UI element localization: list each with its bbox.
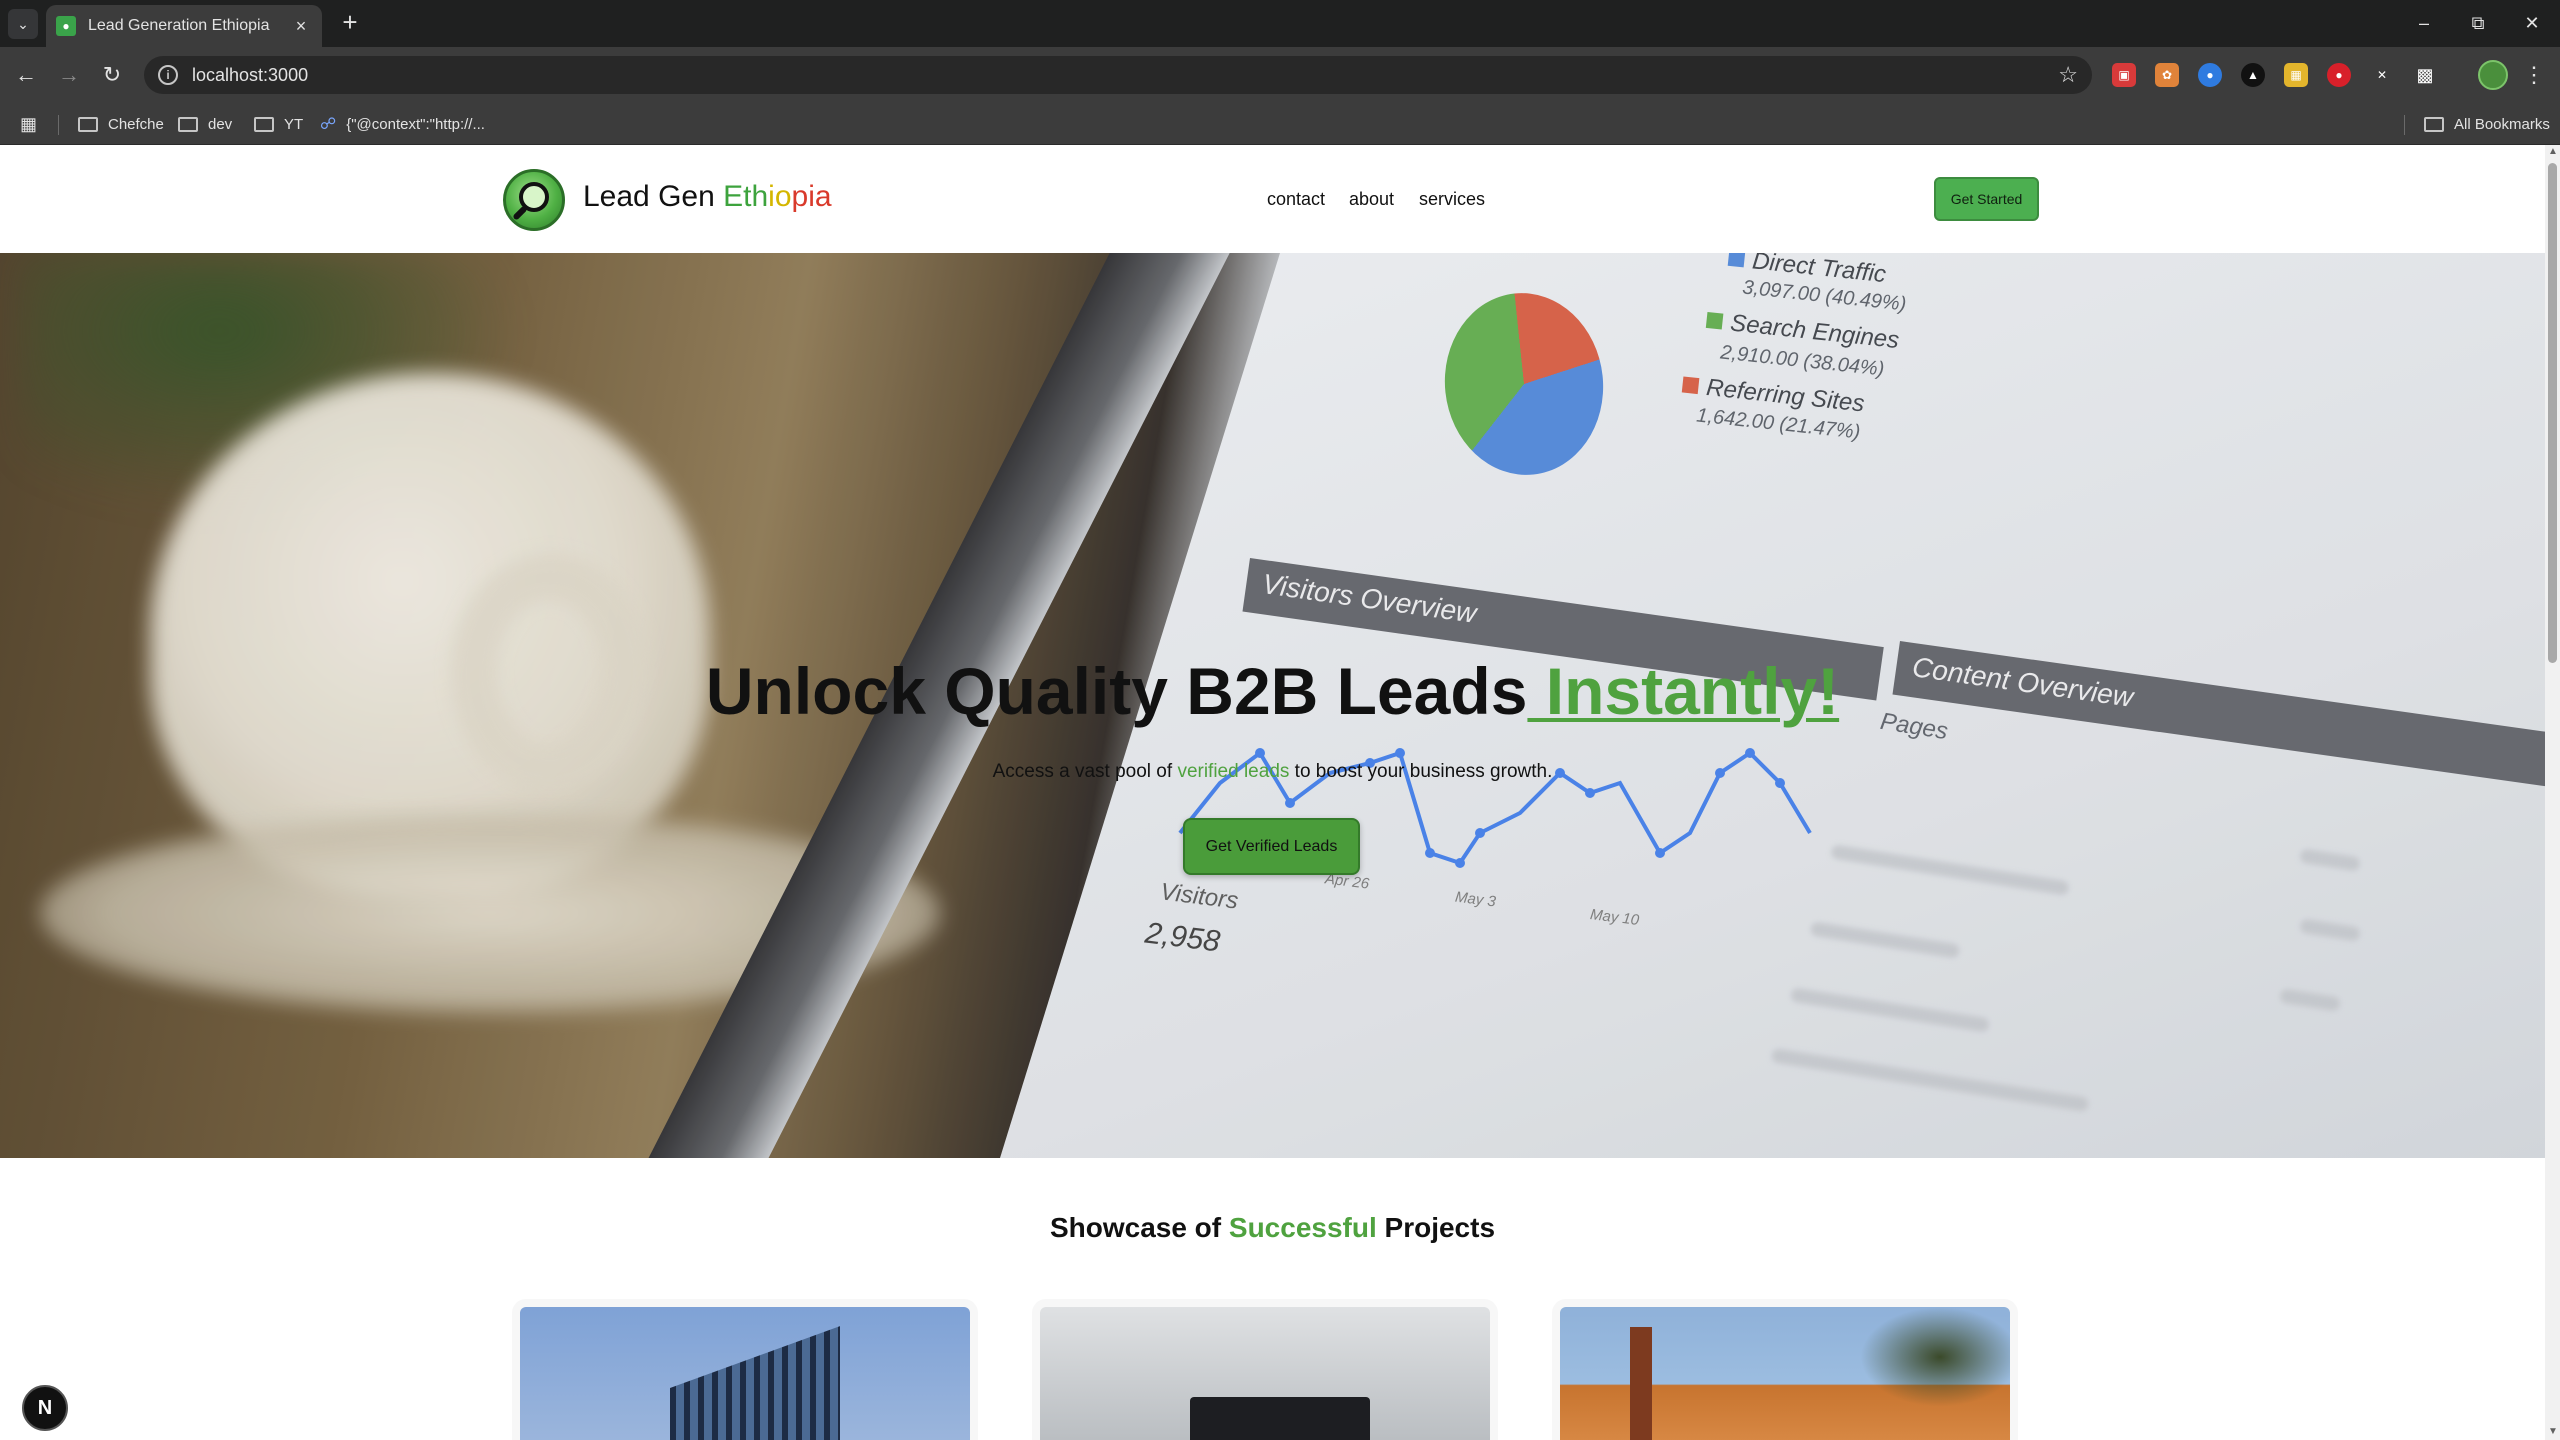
window-close-icon[interactable]: ✕ [2512, 10, 2552, 36]
folder-icon [78, 116, 98, 132]
bookmark-separator [58, 115, 59, 135]
info-icon[interactable]: i [158, 65, 178, 85]
scroll-thumb[interactable] [2548, 163, 2557, 663]
scroll-down-icon[interactable]: ▼ [2548, 1427, 2558, 1437]
browser-window: ⌄ ● Lead Generation Ethiopia × + – ⧉ ✕ ←… [0, 0, 2560, 1440]
page-scrollbar[interactable]: ▲ ▼ [2545, 145, 2560, 1440]
address-bar[interactable]: i localhost:3000 ☆ [144, 56, 2092, 94]
nav-link-contact[interactable]: contact [1267, 189, 1325, 210]
kebab-menu-icon[interactable]: ⋮ [2522, 59, 2546, 91]
project-image-workspace [1190, 1397, 1370, 1440]
extension-red-round-icon[interactable]: ● [2327, 63, 2351, 87]
logo-magnifier-icon[interactable] [503, 169, 565, 231]
bookmark-separator [2404, 115, 2405, 135]
nav-link-about[interactable]: about [1349, 189, 1394, 210]
hero-section: Direct Traffic 3,097.00 (40.49%) Search … [0, 253, 2545, 1158]
all-bookmarks-label: All Bookmarks [2454, 115, 2550, 133]
close-icon[interactable]: × [290, 16, 312, 37]
bookmark-label: YT [284, 115, 304, 133]
browser-toolbar: ← → ↻ i localhost:3000 ☆ ▣ ✿ ● ▲ ▦ ● ✕ ▩… [0, 47, 2560, 103]
project-card-3[interactable] [1560, 1307, 2010, 1440]
folder-icon [178, 116, 198, 132]
extension-orange-icon[interactable]: ✿ [2155, 63, 2179, 87]
extension-multicolor-icon[interactable]: ▦ [2284, 63, 2308, 87]
restore-icon[interactable]: ⧉ [2458, 10, 2498, 36]
profile-avatar[interactable] [2478, 60, 2508, 90]
extension-red-icon[interactable]: ▣ [2112, 63, 2136, 87]
minimize-icon[interactable]: – [2404, 10, 2444, 36]
project-card-2[interactable] [1040, 1307, 1490, 1440]
scroll-up-icon[interactable]: ▲ [2548, 147, 2558, 157]
site-navbar: Lead Gen Ethiopia contact about services… [0, 145, 2545, 253]
browser-tab[interactable]: ● Lead Generation Ethiopia × [46, 5, 322, 47]
link-icon: ☍ [320, 116, 337, 133]
nav-link-services[interactable]: services [1419, 189, 1485, 210]
folder-icon [254, 116, 274, 132]
puzzle-icon[interactable]: ▩ [2413, 63, 2437, 87]
bookmarks-bar: ▦ Chefche dev YT ☍ {"@context":"http://.… [0, 103, 2560, 145]
url-text[interactable]: localhost:3000 [192, 65, 2058, 86]
bookmark-json-ld[interactable]: ☍ {"@context":"http://... [320, 112, 485, 136]
bookmark-label: {"@context":"http://... [346, 115, 485, 133]
hero-title: Unlock Quality B2B Leads Instantly! [705, 654, 1840, 728]
tab-title: Lead Generation Ethiopia [88, 17, 270, 34]
bookmark-label: Chefche [108, 115, 164, 133]
tab-strip: ⌄ ● Lead Generation Ethiopia × + – ⧉ ✕ [0, 0, 2560, 47]
site-favicon-icon: ● [56, 16, 76, 36]
brand-name[interactable]: Lead Gen Ethiopia [583, 180, 832, 214]
dev-tools-badge[interactable]: N [22, 1385, 68, 1431]
back-arrow-icon[interactable]: ← [10, 59, 42, 91]
folder-icon [2424, 116, 2444, 132]
apps-grid-icon[interactable]: ▦ [20, 112, 37, 136]
get-started-button[interactable]: Get Started [1934, 177, 2039, 221]
project-image-building [670, 1326, 840, 1440]
hero-subtitle: Access a vast pool of verified leads to … [992, 761, 1553, 782]
chevron-down-icon[interactable]: ⌄ [8, 9, 38, 39]
extension-x-icon[interactable]: ✕ [2370, 63, 2394, 87]
star-icon[interactable]: ☆ [2058, 62, 2078, 88]
plus-icon[interactable]: + [336, 9, 364, 37]
extension-triangle-icon[interactable]: ▲ [2241, 63, 2265, 87]
bookmark-label: dev [208, 115, 233, 133]
bookmark-folder-chefche[interactable]: Chefche [78, 112, 164, 136]
reload-icon[interactable]: ↻ [96, 59, 128, 91]
all-bookmarks-button[interactable]: All Bookmarks [2424, 112, 2550, 136]
showcase-title: Showcase of Successful Projects [1049, 1212, 1496, 1243]
project-card-1[interactable] [520, 1307, 970, 1440]
forward-arrow-icon[interactable]: → [53, 59, 85, 91]
page-viewport: Lead Gen Ethiopia contact about services… [0, 145, 2545, 1440]
get-verified-leads-button[interactable]: Get Verified Leads [1183, 818, 1360, 875]
bookmark-folder-yt[interactable]: YT [254, 112, 303, 136]
project-image-tree [1860, 1307, 2010, 1407]
extension-blue-icon[interactable]: ● [2198, 63, 2222, 87]
bookmark-folder-dev[interactable]: dev [178, 112, 232, 136]
project-image-campus [1630, 1327, 1652, 1440]
